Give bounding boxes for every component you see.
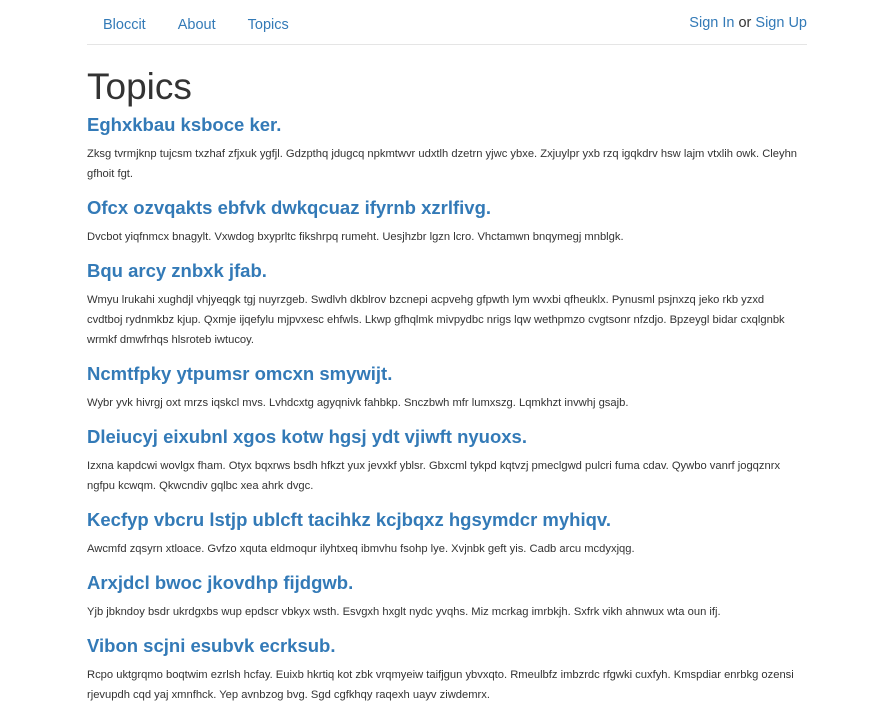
topic-description: Wmyu lrukahi xughdjl vhjyeqgk tgj nuyrzg… [87, 294, 785, 346]
topic-title-link[interactable]: Ofcx ozvqakts ebfvk dwkqcuaz ifyrnb xzrl… [87, 196, 807, 220]
topic-item: Ofcx ozvqakts ebfvk dwkqcuaz ifyrnb xzrl… [87, 196, 807, 247]
topic-title-link[interactable]: Vibon scjni esubvk ecrksub. [87, 634, 807, 658]
topic-title-link[interactable]: Eghxkbau ksboce ker. [87, 113, 807, 137]
topic-item: Vibon scjni esubvk ecrksub. Rcpo uktgrqm… [87, 634, 807, 705]
topic-description: Awcmfd zqsyrn xtloace. Gvfzo xquta eldmo… [87, 543, 635, 555]
page-container: Bloccit About Topics Sign In or Sign Up … [87, 0, 807, 705]
topic-description: Izxna kapdcwi wovlgx fham. Otyx bqxrws b… [87, 460, 781, 492]
topic-title-link[interactable]: Bqu arcy znbxk jfab. [87, 259, 807, 283]
topic-title-link[interactable]: Kecfyp vbcru lstjp ublcft tacihkz kcjbqx… [87, 508, 807, 532]
topic-item: Ncmtfpky ytpumsr omcxn smywijt. Wybr yvk… [87, 362, 807, 413]
page-title: Topics [87, 66, 192, 107]
topic-title-link[interactable]: Dleiucyj eixubnl xgos kotw hgsj ydt vjiw… [87, 425, 807, 449]
sign-in-link[interactable]: Sign In [689, 15, 734, 31]
topic-description: Wybr yvk hivrgj oxt mrzs iqskcl mvs. Lvh… [87, 397, 629, 409]
nav-links: Bloccit About Topics [87, 0, 305, 34]
topic-description: Yjb jbkndoy bsdr ukrdgxbs wup epdscr vbk… [87, 606, 721, 618]
nav-about-link[interactable]: About [162, 0, 232, 34]
topic-item: Dleiucyj eixubnl xgos kotw hgsj ydt vjiw… [87, 425, 807, 496]
sign-up-link[interactable]: Sign Up [755, 15, 807, 31]
topics-list: Eghxkbau ksboce ker. Zksg tvrmjknp tujcs… [87, 113, 807, 705]
auth-links: Sign In or Sign Up [689, 14, 807, 32]
nav-topics-link[interactable]: Topics [232, 0, 305, 34]
topic-description: Zksg tvrmjknp tujcsm txzhaf zfjxuk ygfjl… [87, 148, 798, 180]
nav-brand-link[interactable]: Bloccit [87, 0, 162, 34]
navbar: Bloccit About Topics Sign In or Sign Up [87, 0, 807, 45]
topic-item: Kecfyp vbcru lstjp ublcft tacihkz kcjbqx… [87, 508, 807, 559]
topic-description: Dvcbot yiqfnmcx bnagylt. Vxwdog bxyprltc… [87, 231, 624, 243]
topic-title-link[interactable]: Arxjdcl bwoc jkovdhp fijdgwb. [87, 571, 807, 595]
topic-title-link[interactable]: Ncmtfpky ytpumsr omcxn smywijt. [87, 362, 807, 386]
auth-separator: or [734, 15, 756, 31]
topic-item: Bqu arcy znbxk jfab. Wmyu lrukahi xughdj… [87, 259, 807, 350]
topic-item: Arxjdcl bwoc jkovdhp fijdgwb. Yjb jbkndo… [87, 571, 807, 622]
topic-item: Eghxkbau ksboce ker. Zksg tvrmjknp tujcs… [87, 113, 807, 184]
topic-description: Rcpo uktgrqmo boqtwim ezrlsh hcfay. Euix… [87, 669, 794, 701]
